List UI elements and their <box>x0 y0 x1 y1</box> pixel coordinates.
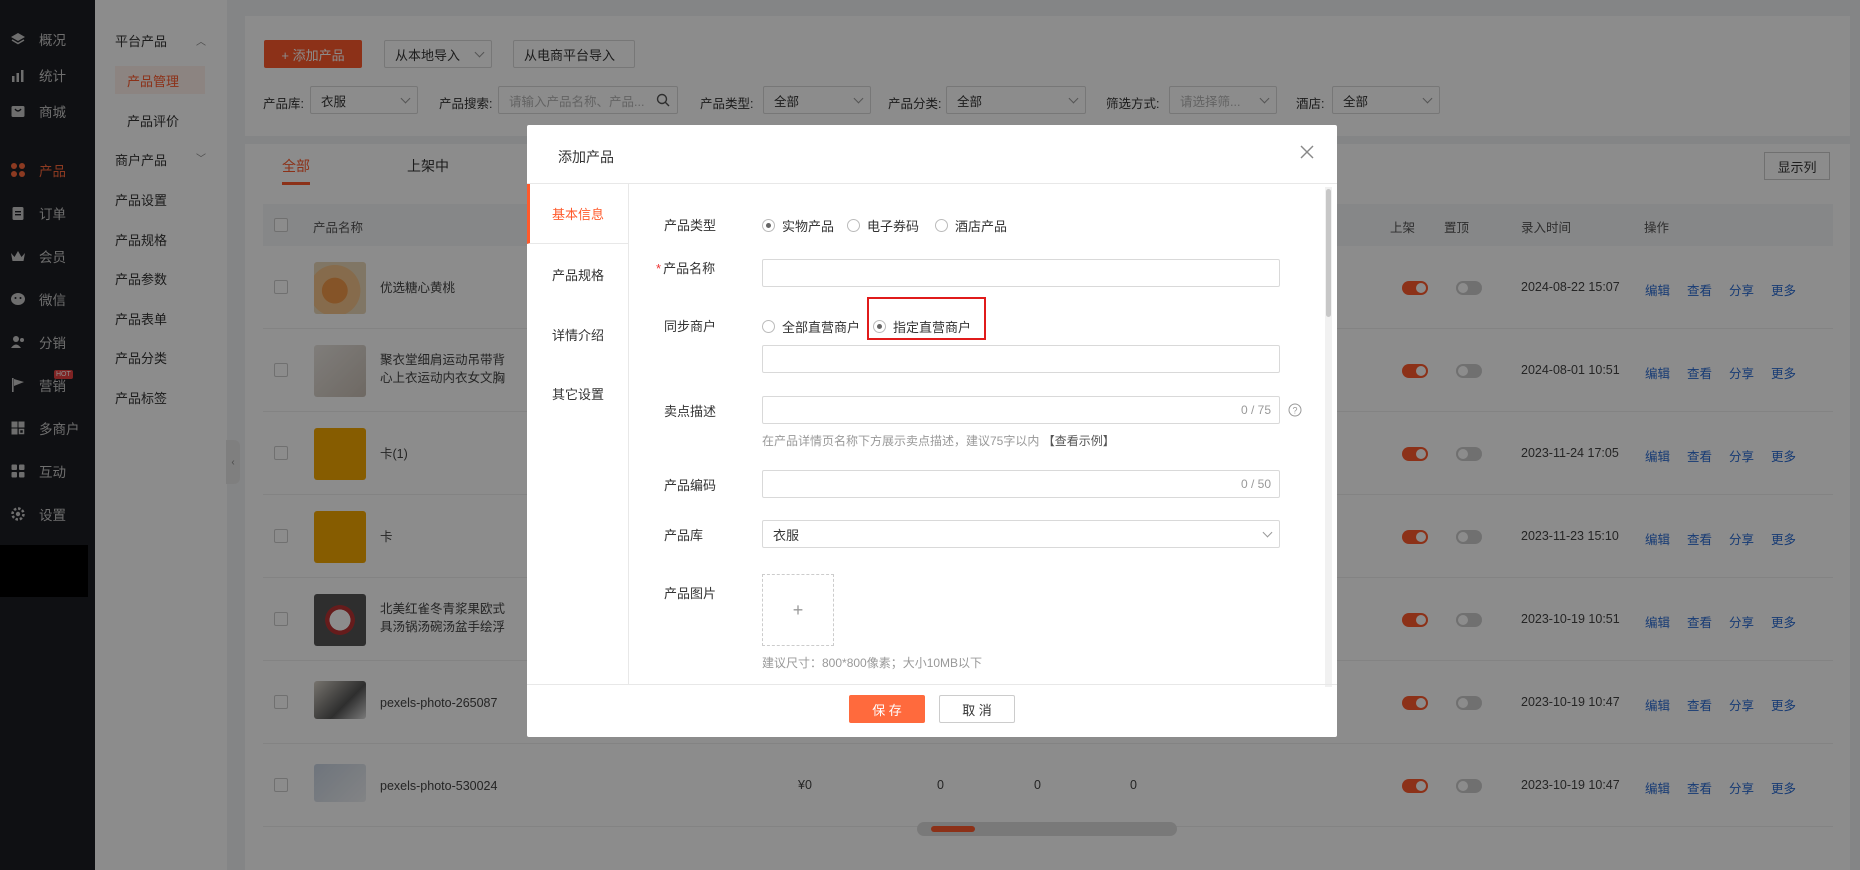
modal-side-nav: 基本信息 产品规格 详情介绍 其它设置 <box>527 184 629 684</box>
hint-text: 在产品详情页名称下方展示卖点描述，建议75字以内 <box>762 434 1040 448</box>
type-hotel-radio[interactable]: 酒店产品 <box>935 216 1007 235</box>
radio-label: 酒店产品 <box>955 219 1008 234</box>
radio-dot <box>847 219 860 232</box>
product-library-label: 产品库 <box>664 528 704 543</box>
product-image-label: 产品图片 <box>664 586 717 601</box>
radio-label: 电子券码 <box>867 219 920 234</box>
highlight-box <box>867 297 986 340</box>
modal-scrollbar[interactable] <box>1325 187 1332 687</box>
view-example-link[interactable]: 【查看示例】 <box>1043 434 1115 448</box>
help-icon[interactable]: ? <box>1288 403 1302 417</box>
plus-icon: + <box>792 599 804 620</box>
close-icon[interactable] <box>1295 140 1319 164</box>
modal-nav-spec[interactable]: 产品规格 <box>527 244 629 304</box>
product-name-input[interactable] <box>762 259 1280 287</box>
type-voucher-radio[interactable]: 电子券码 <box>847 216 919 235</box>
selling-point-input[interactable]: 0 / 75 <box>762 396 1280 424</box>
sync-all-radio[interactable]: 全部直营商户 <box>762 317 860 336</box>
add-product-modal: 添加产品 基本信息 产品规格 详情介绍 其它设置 产品类型 实物产品 电子券码 … <box>527 125 1337 737</box>
library-value: 衣服 <box>773 527 800 543</box>
selling-point-hint: 在产品详情页名称下方展示卖点描述，建议75字以内 【查看示例】 <box>762 432 1115 449</box>
char-counter: 0 / 50 <box>1240 477 1271 491</box>
radio-dot <box>935 219 948 232</box>
merchant-select-input[interactable] <box>762 345 1280 373</box>
radio-dot <box>762 320 775 333</box>
modal-nav-detail[interactable]: 详情介绍 <box>527 304 629 364</box>
divider <box>527 183 1337 184</box>
product-code-input[interactable]: 0 / 50 <box>762 470 1280 498</box>
modal-footer: 保 存 取 消 <box>527 684 1337 737</box>
product-name-label-text: 产品名称 <box>663 261 716 276</box>
product-name-label: * 产品名称 <box>656 258 715 277</box>
cancel-button[interactable]: 取 消 <box>939 695 1015 723</box>
svg-text:?: ? <box>1292 406 1297 416</box>
sync-merchant-label: 同步商户 <box>664 319 717 334</box>
radio-dot <box>762 219 775 232</box>
radio-label: 实物产品 <box>782 219 835 234</box>
type-physical-radio[interactable]: 实物产品 <box>762 216 834 235</box>
image-upload-box[interactable]: + <box>762 574 834 646</box>
modal-nav-other[interactable]: 其它设置 <box>527 363 629 423</box>
product-code-label: 产品编码 <box>664 478 717 493</box>
selling-point-label: 卖点描述 <box>664 404 717 419</box>
radio-label: 全部直营商户 <box>782 320 861 335</box>
scrollbar-thumb[interactable] <box>1326 189 1331 317</box>
save-button[interactable]: 保 存 <box>849 695 925 723</box>
product-library-select[interactable]: 衣服 <box>762 520 1280 548</box>
modal-nav-basic[interactable]: 基本信息 <box>527 184 629 244</box>
char-counter: 0 / 75 <box>1240 403 1271 417</box>
modal-title: 添加产品 <box>558 149 614 165</box>
required-mark: * <box>656 261 662 276</box>
chevron-down-icon <box>1262 527 1273 538</box>
product-type-label: 产品类型 <box>664 218 717 233</box>
image-size-hint: 建议尺寸：800*800像素；大小10MB以下 <box>762 656 983 670</box>
